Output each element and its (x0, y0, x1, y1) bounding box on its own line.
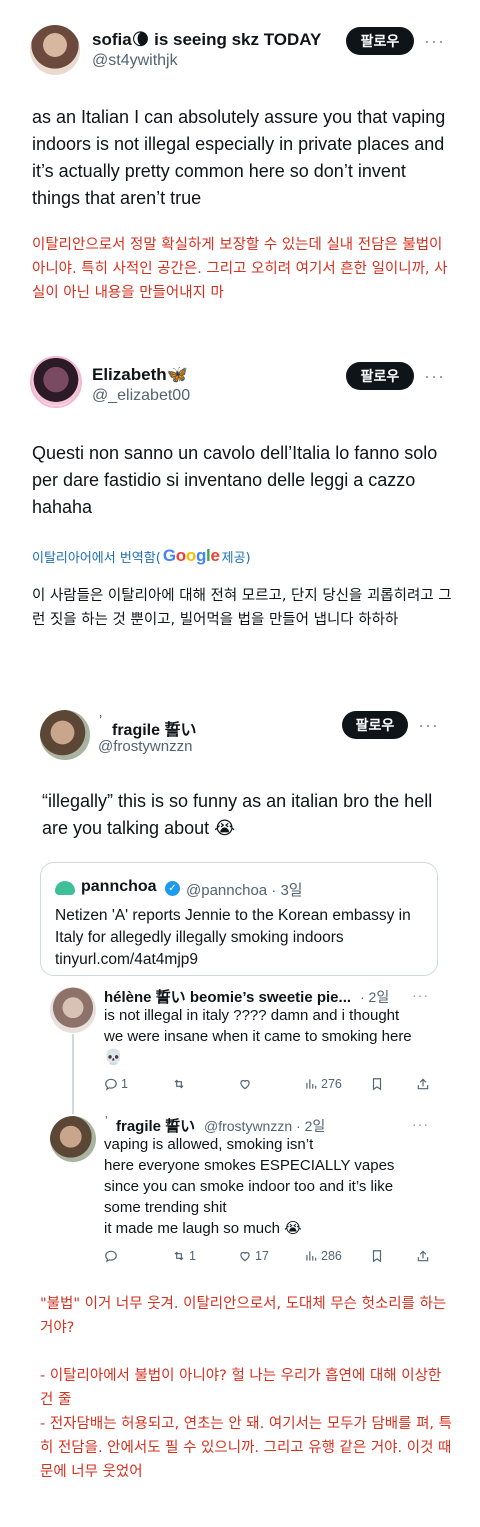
quoted-handle-time: @pannchoa · 3일 (186, 882, 303, 899)
avatar[interactable] (50, 987, 96, 1033)
avatar[interactable] (30, 25, 80, 75)
heart-icon (240, 1079, 250, 1090)
tweet-text: as an Italian I can absolutely assure yo… (32, 107, 446, 208)
retweet-icon (174, 1079, 184, 1089)
views-icon (306, 1251, 317, 1261)
handle[interactable]: @st4ywithjk (92, 52, 178, 70)
reply-text: vaping is allowed, smoking isn’t here ev… (104, 1136, 395, 1237)
reply-action-bar: 1 276 (104, 1076, 434, 1092)
reply-time: · 2일 (360, 989, 390, 1005)
avatar[interactable] (40, 710, 90, 760)
display-name[interactable]: sofia🌘 is seeing skz TODAY (92, 30, 321, 50)
views-button[interactable]: 286 (304, 1249, 342, 1263)
translation-text: 이 사람들은 이탈리아에 대해 전혀 모르고, 단지 당신을 괴롭히려고 그런 … (32, 588, 452, 628)
views-count: 276 (321, 1077, 342, 1091)
translated-prefix: 이탈리아어에서 번역함( (32, 550, 161, 566)
more-options-icon[interactable]: ··· (412, 1117, 429, 1131)
like-button[interactable] (238, 1077, 255, 1091)
reply-button[interactable] (104, 1249, 121, 1263)
avatar[interactable] (30, 356, 82, 408)
quoted-tweet-card[interactable]: pannchoa ✓ @pannchoa · 3일 Netizen 'A' re… (40, 862, 438, 976)
bookmark-button[interactable] (370, 1077, 384, 1091)
tweet-text: Questi non sanno un cavolo dell’Italia l… (32, 443, 438, 517)
display-name[interactable]: Elizabeth🦋 (92, 365, 188, 385)
google-logo: Google (162, 546, 220, 565)
follow-button[interactable]: 팔로우 (346, 362, 414, 390)
thread-connector (72, 1034, 74, 1114)
share-button[interactable] (416, 1077, 430, 1091)
share-icon (417, 1078, 429, 1090)
bookmark-icon (372, 1250, 382, 1263)
handle[interactable]: @frostywnzzn (98, 738, 192, 755)
translated-suffix: 제공) (221, 550, 251, 566)
views-icon (306, 1079, 317, 1089)
more-options-icon[interactable]: ··· (412, 988, 429, 1002)
translated-by-google-label[interactable]: 이탈리아어에서 번역함( Google 제공) (32, 546, 251, 566)
avatar[interactable] (50, 1116, 96, 1162)
pannchoa-logo-icon (55, 881, 75, 895)
more-options-icon[interactable]: ··· (418, 716, 439, 734)
reply-icon (105, 1078, 117, 1091)
quoted-author-name: pannchoa (81, 878, 157, 895)
reply-count: 1 (121, 1077, 128, 1091)
reply-text: is not illegal in italy ???? damn and i … (104, 1007, 412, 1066)
follow-button[interactable]: 팔로우 (342, 711, 408, 739)
quoted-text: Netizen 'A' reports Jennie to the Korean… (55, 907, 411, 946)
views-count: 286 (321, 1249, 342, 1263)
reply-author-name[interactable]: fragile 誓い (116, 1115, 195, 1136)
retweet-button[interactable]: 1 (172, 1249, 196, 1263)
views-button[interactable]: 276 (304, 1077, 342, 1091)
swirl-icon: ʾ (98, 714, 104, 731)
quoted-link[interactable]: tinyurl.com/4at4mjp9 (55, 949, 198, 971)
more-options-icon[interactable]: ··· (424, 32, 445, 50)
reply-icon (105, 1250, 117, 1263)
bookmark-icon (372, 1078, 382, 1091)
handle[interactable]: @_elizabet00 (92, 387, 190, 405)
share-button[interactable] (416, 1249, 430, 1263)
verified-badge-icon: ✓ (165, 881, 180, 896)
like-button[interactable]: 17 (238, 1249, 269, 1263)
retweet-count: 1 (189, 1249, 196, 1263)
translation-text: 이탈리안으로서 정말 확실하게 보장할 수 있는데 실내 전담은 불법이 아니야… (32, 237, 448, 301)
reply-author-name[interactable]: hélène 誓い beomie’s sweetie pie... (104, 986, 362, 1007)
reply-button[interactable]: 1 (104, 1077, 128, 1091)
reply-handle-time: @frostywnzzn · 2일 (204, 1118, 326, 1134)
heart-icon (240, 1251, 250, 1262)
translation-text: "불법" 이거 너무 웃겨. 이탈리안으로서, 도대체 무슨 헛소리를 하는 거… (40, 1296, 452, 1480)
swirl-icon: ʾ (104, 1114, 109, 1131)
bookmark-button[interactable] (370, 1249, 384, 1263)
more-options-icon[interactable]: ··· (424, 367, 445, 385)
follow-button[interactable]: 팔로우 (346, 27, 414, 55)
display-name[interactable]: fragile 誓い (112, 716, 196, 740)
retweet-icon (174, 1251, 184, 1261)
tweet-text: “illegally” this is so funny as an itali… (42, 791, 433, 838)
like-count: 17 (255, 1249, 269, 1263)
reply-action-bar: 1 17 286 (104, 1248, 434, 1264)
share-icon (417, 1250, 429, 1262)
retweet-button[interactable] (172, 1077, 189, 1091)
